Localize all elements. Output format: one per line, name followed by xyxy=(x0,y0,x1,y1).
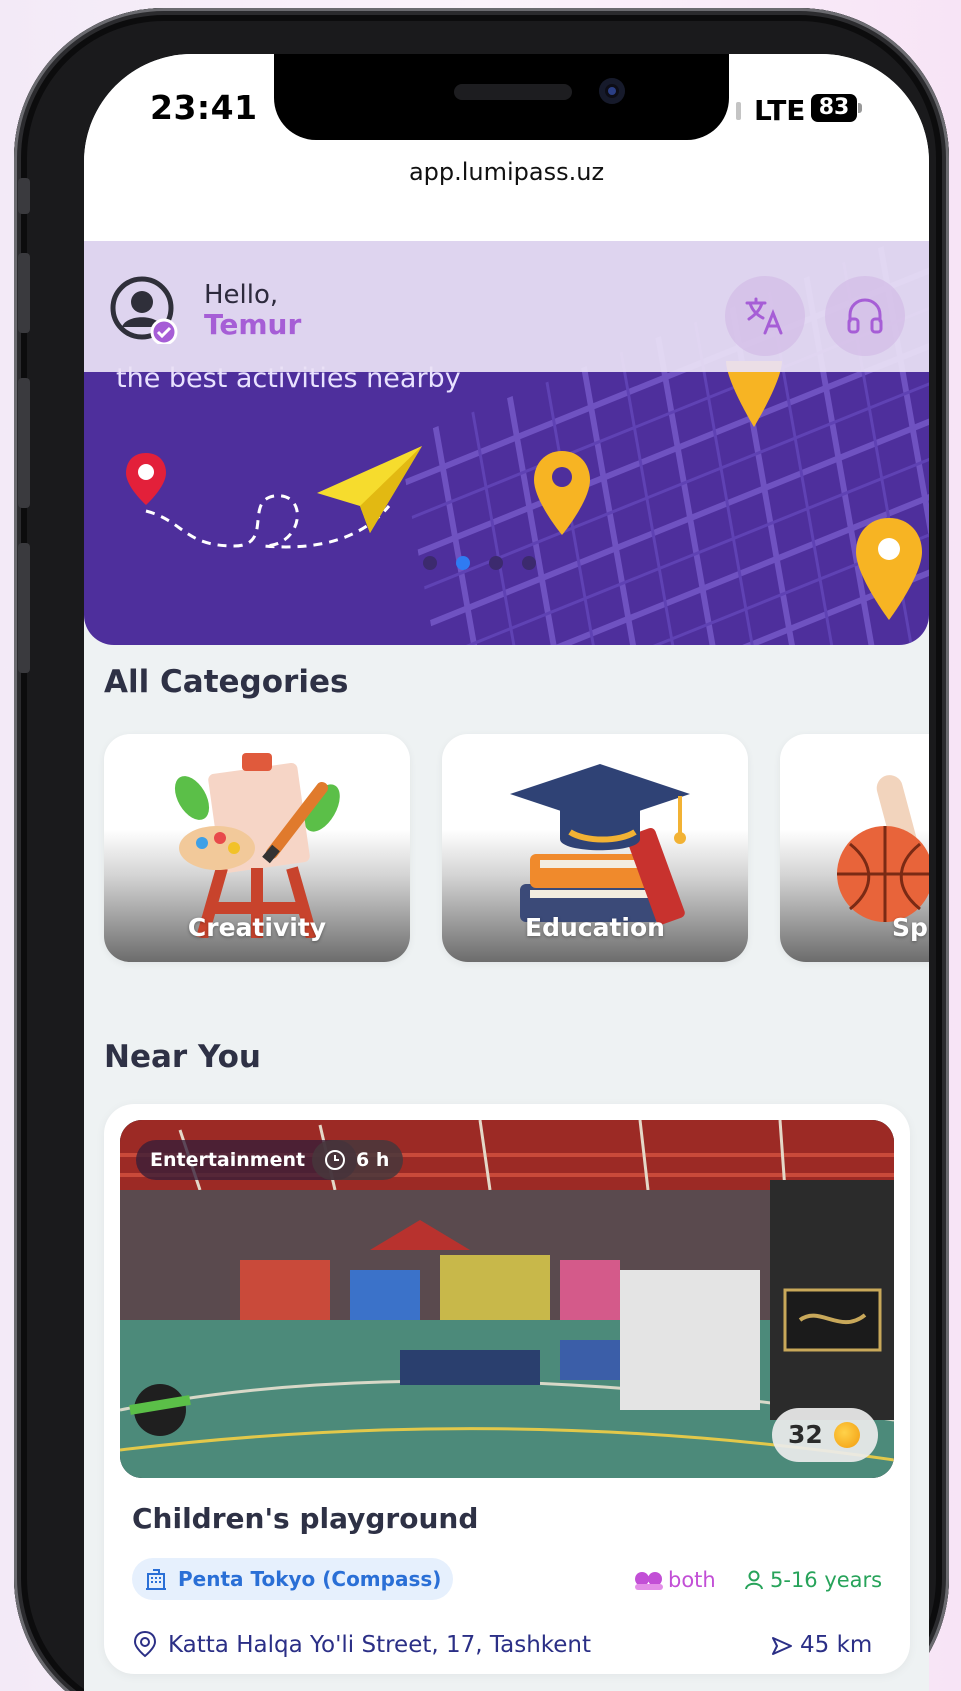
points-badge: 32 xyxy=(772,1408,878,1462)
activity-address: Katta Halqa Yo'li Street, 17, Tashkent xyxy=(168,1632,592,1658)
category-label: Sp xyxy=(892,913,928,942)
clock-icon xyxy=(325,1150,345,1170)
user-name: Temur xyxy=(204,308,302,341)
translate-icon xyxy=(745,297,783,335)
signal-icon xyxy=(736,102,741,120)
duration-value: 6 h xyxy=(356,1149,390,1171)
network-type: LTE xyxy=(754,94,806,127)
venue-name: Penta Tokyo (Compass) xyxy=(178,1567,442,1591)
carousel-dot[interactable] xyxy=(489,556,503,570)
location-pin-yellow-icon xyxy=(534,451,590,535)
graduation-books-icon xyxy=(510,764,690,925)
language-button[interactable] xyxy=(725,276,805,356)
gender-value: both xyxy=(668,1568,716,1592)
side-button xyxy=(18,543,30,673)
points-value: 32 xyxy=(788,1420,823,1449)
category-label: Education xyxy=(525,913,665,942)
duration-chip: 6 h xyxy=(312,1140,404,1180)
activity-card[interactable]: Entertainment 6 h 32 Children's playgrou… xyxy=(104,1104,910,1674)
section-title-near-you: Near You xyxy=(104,1039,261,1075)
volume-up-button xyxy=(18,253,30,333)
phone-frame: 23:41 LTE 83 app.lumipass.uz the best ac… xyxy=(14,8,949,1691)
battery-indicator: 83 xyxy=(811,94,857,122)
coin-icon xyxy=(834,1422,860,1448)
building-icon xyxy=(146,1569,166,1590)
basketball-icon xyxy=(837,775,929,922)
activity-distance: 45 km xyxy=(800,1632,873,1658)
location-pin-yellow-right-icon xyxy=(856,518,922,620)
carousel-dot[interactable] xyxy=(423,556,437,570)
activity-photo[interactable]: Entertainment 6 h 32 xyxy=(120,1120,894,1478)
speaker-grille xyxy=(454,84,572,100)
carousel-dot-active[interactable] xyxy=(456,556,470,570)
age-value: 5-16 years xyxy=(770,1568,883,1592)
paper-plane-icon xyxy=(317,446,422,533)
navigation-arrow-icon xyxy=(772,1637,792,1655)
camera-notch xyxy=(274,54,729,140)
front-camera-icon xyxy=(599,78,625,104)
gender-info: both xyxy=(634,1568,716,1592)
status-time: 23:41 xyxy=(150,88,258,127)
support-button[interactable] xyxy=(825,276,905,356)
person-icon xyxy=(745,1570,763,1590)
section-title-categories: All Categories xyxy=(104,664,349,700)
greeting-text: Hello, xyxy=(204,280,279,310)
app-header: Hello, Temur xyxy=(84,241,929,372)
category-label: Creativity xyxy=(187,913,327,942)
category-card-education[interactable]: Education xyxy=(442,734,748,962)
volume-down-button xyxy=(18,378,30,508)
user-avatar-icon[interactable] xyxy=(110,276,178,344)
activity-title[interactable]: Children's playground xyxy=(132,1502,478,1535)
mute-switch xyxy=(18,178,30,214)
age-info: 5-16 years xyxy=(744,1568,882,1592)
kids-icon xyxy=(635,1572,663,1590)
screen: 23:41 LTE 83 app.lumipass.uz the best ac… xyxy=(84,54,929,1691)
easel-palette-icon xyxy=(174,753,340,938)
location-pin-icon xyxy=(133,1630,157,1658)
venue-chip[interactable]: Penta Tokyo (Compass) xyxy=(132,1558,454,1600)
category-card-creativity[interactable]: Creativity xyxy=(104,734,410,962)
battery-tip-icon xyxy=(858,103,862,113)
headphones-icon xyxy=(847,298,883,334)
carousel-dot[interactable] xyxy=(522,556,536,570)
category-card-sport[interactable]: Sp xyxy=(780,734,929,962)
url-text[interactable]: app.lumipass.uz xyxy=(84,158,929,186)
